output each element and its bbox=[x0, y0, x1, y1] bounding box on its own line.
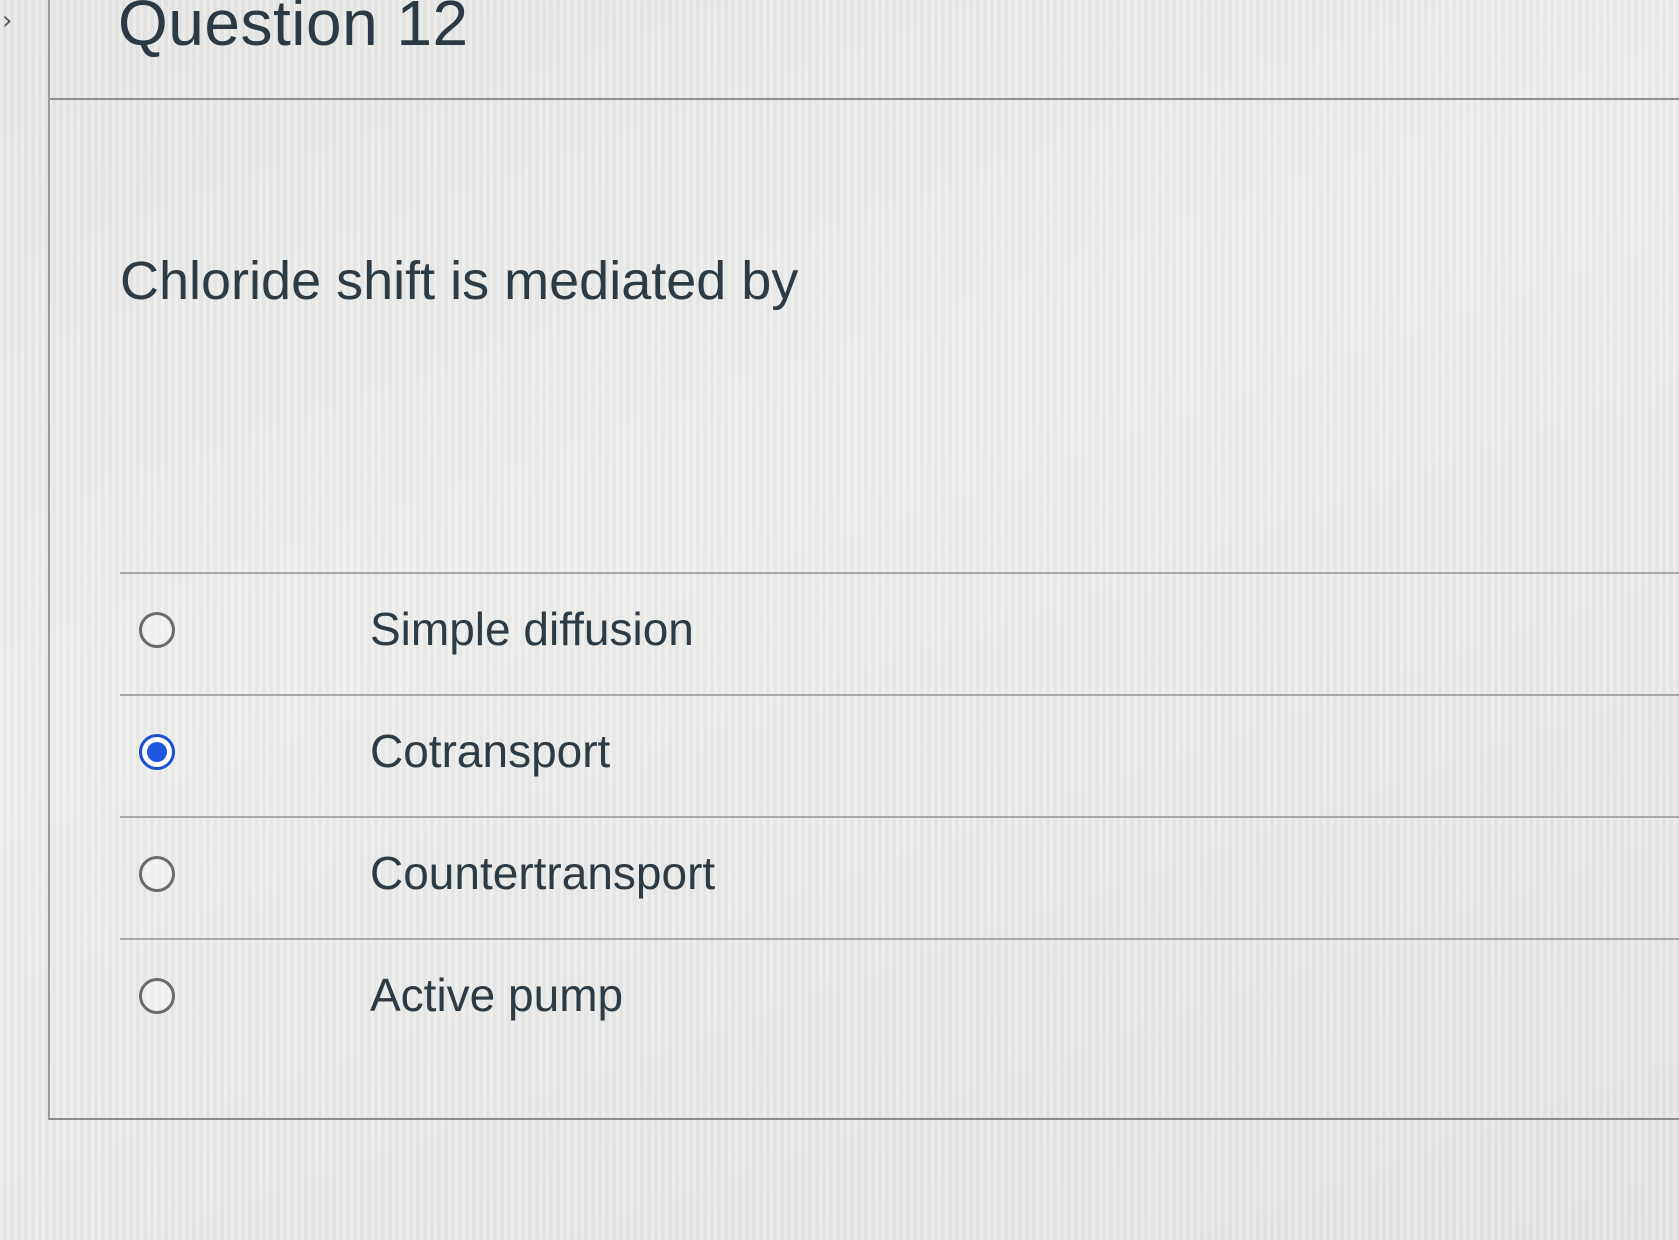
radio-button[interactable] bbox=[139, 612, 175, 648]
chevron-left-icon[interactable]: › bbox=[2, 6, 12, 36]
answer-option-1[interactable]: Simple diffusion bbox=[120, 572, 1679, 694]
answer-list: Simple diffusion Cotransport Countertran… bbox=[120, 572, 1679, 1060]
question-title: Question 12 bbox=[118, 0, 469, 59]
answer-label[interactable]: Active pump bbox=[370, 968, 623, 1022]
radio-button[interactable] bbox=[139, 856, 175, 892]
question-card: Question 12 Chloride shift is mediated b… bbox=[48, 0, 1679, 1120]
answer-label[interactable]: Countertransport bbox=[370, 846, 715, 900]
answer-option-4[interactable]: Active pump bbox=[120, 938, 1679, 1060]
radio-button[interactable] bbox=[139, 734, 175, 770]
answer-label[interactable]: Cotransport bbox=[370, 724, 610, 778]
answer-option-3[interactable]: Countertransport bbox=[120, 816, 1679, 938]
page-background: › Question 12 Chloride shift is mediated… bbox=[0, 0, 1679, 1240]
answer-option-2[interactable]: Cotransport bbox=[120, 694, 1679, 816]
question-text: Chloride shift is mediated by bbox=[120, 251, 799, 311]
question-header: Question 12 bbox=[50, 0, 1679, 100]
answer-label[interactable]: Simple diffusion bbox=[370, 602, 694, 656]
radio-button[interactable] bbox=[139, 978, 175, 1014]
